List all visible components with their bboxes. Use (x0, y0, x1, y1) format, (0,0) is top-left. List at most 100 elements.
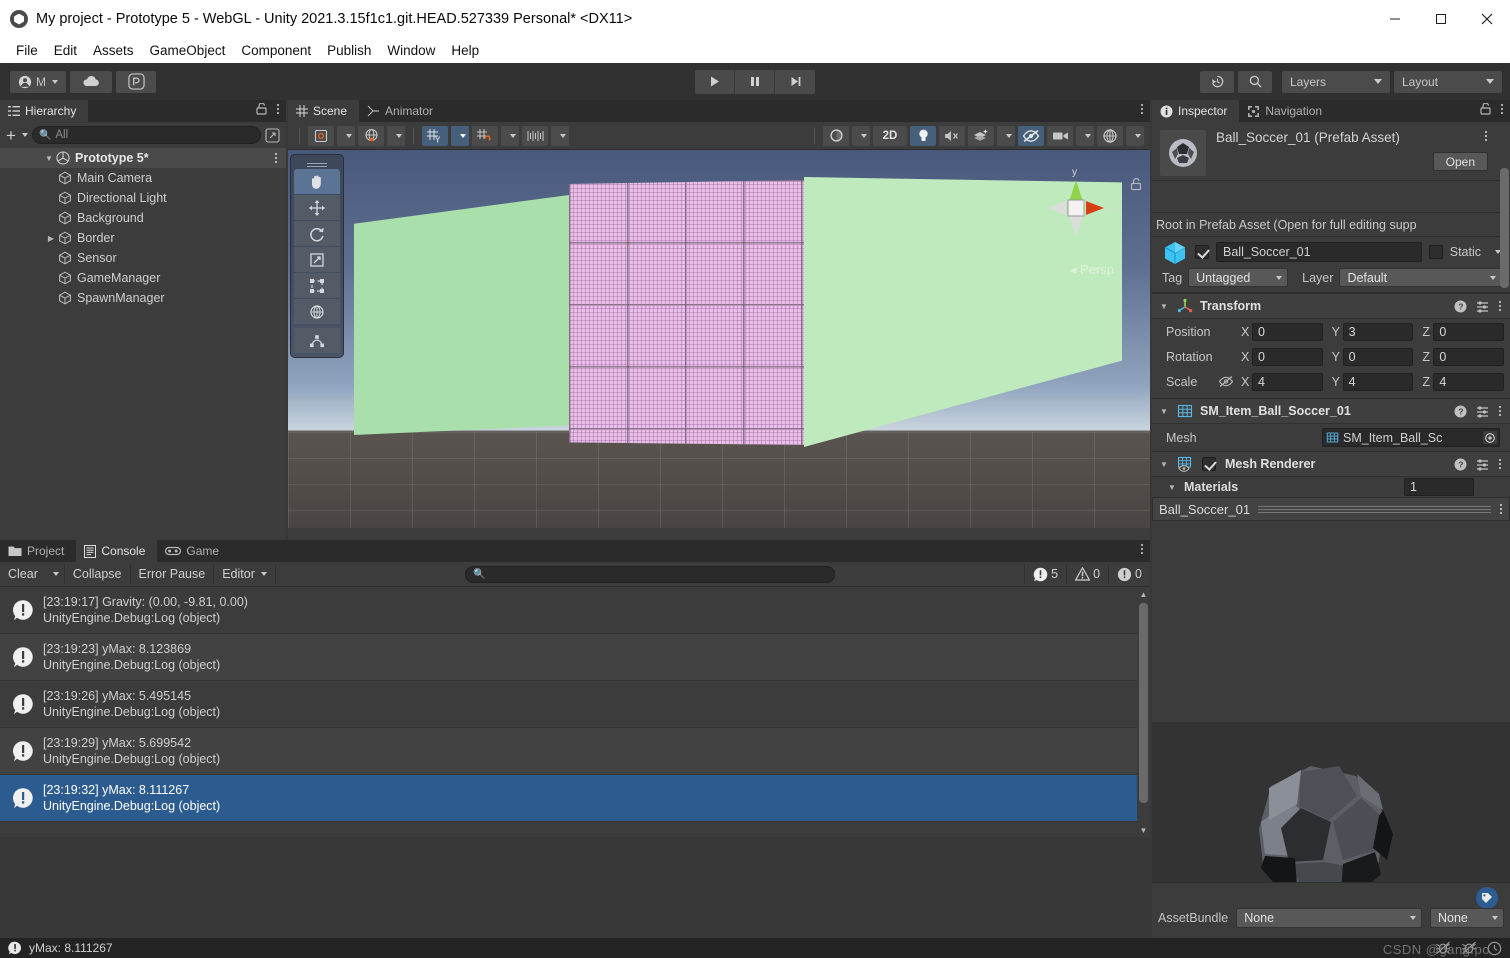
foldout-triangle-icon[interactable]: ▼ (1158, 460, 1170, 469)
hierarchy-item-spawnmanager[interactable]: SpawnManager (0, 288, 286, 308)
pivot-mode-button[interactable] (308, 125, 334, 146)
tab-scene[interactable]: Scene (288, 100, 360, 122)
object-picker-icon[interactable] (1483, 431, 1497, 444)
log-entry[interactable]: [23:19:26] yMax: 5.495145 UnityEngine.De… (0, 681, 1150, 728)
menu-gameobject[interactable]: GameObject (142, 41, 234, 60)
tab-console[interactable]: Console (76, 540, 158, 562)
menu-file[interactable]: File (8, 41, 46, 60)
rotation-y-input[interactable]: 0 (1342, 347, 1414, 366)
layers-dropdown[interactable]: Layers (1282, 70, 1390, 93)
mesh-filter-header[interactable]: ▼ SM_Item_Ball_Soccer_01 ? (1152, 398, 1510, 424)
rect-tool-button[interactable] (294, 273, 340, 298)
hierarchy-item-sensor[interactable]: Sensor (0, 248, 286, 268)
handle-space-button[interactable] (358, 125, 384, 146)
menu-window[interactable]: Window (379, 41, 443, 60)
hierarchy-item-border[interactable]: ▶ Border (0, 228, 286, 248)
scene-fx-dropdown[interactable] (997, 125, 1015, 146)
gizmos-toggle[interactable] (1097, 125, 1123, 146)
tab-project[interactable]: Project (0, 540, 77, 562)
play-button[interactable] (695, 69, 735, 94)
lock-icon[interactable] (256, 103, 267, 115)
scene-viewport[interactable]: y x ◂ Persp (288, 150, 1150, 528)
scene-camera-button[interactable] (1047, 125, 1073, 146)
account-button[interactable]: M (10, 70, 66, 93)
log-entry[interactable]: [23:19:32] yMax: 8.111267 UnityEngine.De… (0, 775, 1150, 822)
scroll-down-icon[interactable]: ▼ (1139, 824, 1148, 836)
foldout-triangle-icon[interactable]: ▼ (1166, 483, 1178, 492)
increment-snap-dropdown[interactable] (551, 125, 569, 146)
pivot-mode-dropdown[interactable] (337, 125, 355, 146)
preset-icon[interactable] (1476, 405, 1489, 418)
position-y-input[interactable]: 3 (1342, 322, 1414, 341)
tab-inspector[interactable]: Inspector (1152, 100, 1240, 122)
position-x-input[interactable]: 0 (1252, 322, 1323, 341)
draw-mode-dropdown[interactable] (852, 125, 870, 146)
scale-z-input[interactable]: 4 (1433, 372, 1505, 391)
grid-snap-dropdown[interactable] (501, 125, 519, 146)
clear-button[interactable]: Clear (0, 564, 42, 584)
rotate-tool-button[interactable] (294, 221, 340, 246)
grid-axis-button[interactable]: Y (422, 125, 448, 146)
rotation-z-input[interactable]: 0 (1433, 347, 1505, 366)
lock-icon[interactable] (1480, 103, 1491, 115)
gameobject-name-input[interactable]: Ball_Soccer_01 (1216, 242, 1422, 262)
draw-mode-button[interactable] (823, 125, 849, 146)
log-entry[interactable]: [23:19:17] Gravity: (0.00, -9.81, 0.00) … (0, 587, 1150, 634)
debug-bug-icon[interactable] (1435, 941, 1451, 955)
log-entry[interactable]: [23:19:23] yMax: 8.123869 UnityEngine.De… (0, 634, 1150, 681)
pause-button[interactable] (735, 69, 775, 94)
menu-edit[interactable]: Edit (46, 41, 85, 60)
hierarchy-expand-icon[interactable] (265, 127, 280, 143)
panel-menu-icon[interactable] (276, 103, 280, 115)
assetbundle-dropdown[interactable]: None (1236, 908, 1422, 928)
menu-publish[interactable]: Publish (319, 41, 379, 60)
scroll-up-icon[interactable]: ▲ (1139, 588, 1148, 600)
tab-game[interactable]: Game (157, 540, 232, 562)
cloud-button[interactable] (70, 70, 112, 93)
panel-menu-icon[interactable] (1140, 103, 1144, 115)
static-checkbox[interactable] (1428, 245, 1443, 259)
minimize-button[interactable] (1372, 0, 1418, 38)
palette-drag-handle[interactable] (294, 159, 340, 168)
scale-tool-button[interactable] (294, 247, 340, 272)
tab-navigation[interactable]: Navigation (1239, 100, 1335, 122)
menu-assets[interactable]: Assets (85, 41, 142, 60)
increment-snap-button[interactable] (522, 125, 548, 146)
console-scroll-thumb[interactable] (1139, 603, 1148, 803)
custom-editor-tool-button[interactable] (294, 328, 340, 353)
disclosure-triangle-icon[interactable]: ▼ (42, 154, 56, 163)
handle-space-dropdown[interactable] (387, 125, 405, 146)
hierarchy-add-button[interactable]: + (6, 127, 28, 144)
mesh-renderer-header[interactable]: ▼ Mesh Renderer ? (1152, 451, 1510, 477)
progress-icon[interactable] (1487, 941, 1502, 956)
scene-camera-dropdown[interactable] (1076, 125, 1094, 146)
layout-dropdown[interactable]: Layout (1394, 70, 1502, 93)
grid-snap-button[interactable] (472, 125, 498, 146)
clear-dropdown[interactable] (42, 564, 65, 584)
plastic-scm-button[interactable] (116, 70, 156, 93)
menu-component[interactable]: Component (233, 41, 319, 60)
gizmos-dropdown[interactable] (1126, 125, 1144, 146)
help-icon[interactable]: ? (1454, 458, 1467, 471)
mesh-object-field[interactable]: SM_Item_Ball_Sc (1322, 428, 1500, 447)
view-2d-toggle[interactable]: 2D (873, 125, 907, 146)
search-button[interactable] (1238, 70, 1272, 93)
tab-hierarchy[interactable]: Hierarchy (0, 100, 89, 122)
transform-component-header[interactable]: ▼ Transform ? (1152, 293, 1510, 319)
menu-help[interactable]: Help (443, 41, 487, 60)
console-scrollbar[interactable]: ▲ ▼ (1137, 587, 1150, 837)
error-pause-toggle[interactable]: Error Pause (131, 564, 215, 584)
console-search-input[interactable]: 🔍 (465, 565, 835, 583)
scene-lighting-toggle[interactable] (910, 125, 936, 146)
preset-icon[interactable] (1476, 300, 1489, 313)
hierarchy-item-directional-light[interactable]: Directional Light (0, 188, 286, 208)
asset-menu-icon[interactable] (1484, 130, 1488, 142)
disclosure-triangle-icon[interactable]: ▶ (44, 234, 58, 243)
step-button[interactable] (775, 69, 815, 94)
position-z-input[interactable]: 0 (1433, 322, 1505, 341)
scene-menu-icon[interactable] (274, 152, 278, 164)
grid-axis-dropdown[interactable] (451, 125, 469, 146)
hand-tool-button[interactable] (294, 169, 340, 194)
log-counter[interactable]: 5 (1024, 564, 1066, 584)
material-element-row[interactable]: Ball_Soccer_01 (1152, 497, 1510, 521)
